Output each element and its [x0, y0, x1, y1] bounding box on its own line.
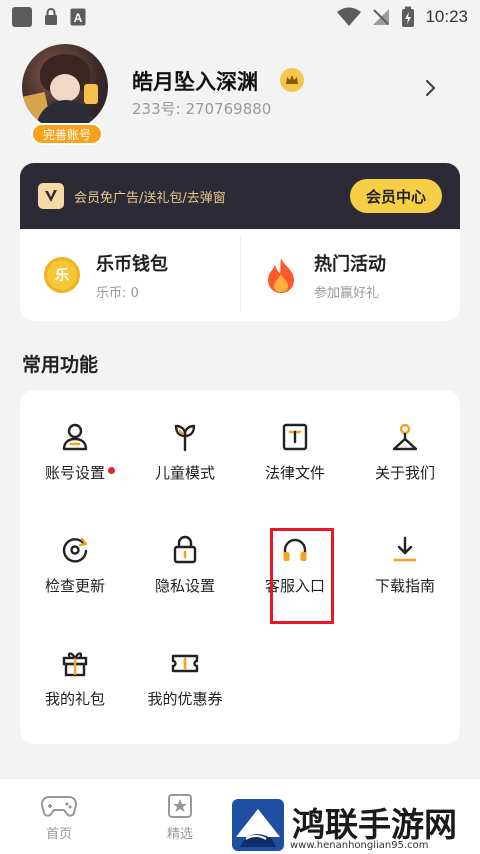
- activity-title: 热门活动: [314, 253, 386, 275]
- svg-text:A: A: [74, 11, 83, 25]
- vip-benefits-text: 会员免广告/送礼包/去弹窗: [74, 190, 226, 206]
- highlight-annotation-box: [270, 528, 334, 624]
- text-notification-icon: A: [70, 8, 86, 26]
- watermark: 鸿联手游网 www.henanhonglian95.com: [232, 796, 480, 854]
- watermark-logo-icon: [232, 799, 284, 851]
- wallet-title: 乐币钱包: [96, 253, 168, 275]
- tab-label: 首页: [45, 827, 72, 842]
- coin-icon: 乐: [44, 257, 80, 293]
- refresh-icon: [62, 537, 88, 563]
- func-label: 下载指南: [374, 577, 435, 595]
- vip-logo-icon: [38, 183, 64, 209]
- gamepad-icon: [41, 795, 77, 817]
- clock: 10:23: [425, 7, 468, 26]
- lock-notification-icon: [45, 8, 57, 25]
- battery-charging-icon: [402, 6, 415, 27]
- star-badge-icon: [168, 794, 192, 818]
- section-title: 常用功能: [22, 354, 99, 376]
- fire-icon: [268, 258, 294, 293]
- document-icon: [282, 423, 308, 451]
- functions-grid: 账号设置 儿童模式 法律文件 关于我们 检查更新 隐私设置 客服入口 下载指南 …: [20, 390, 460, 744]
- func-check-update[interactable]: 检查更新: [20, 503, 130, 603]
- sprout-icon: [174, 424, 196, 452]
- func-label: 隐私设置: [154, 577, 215, 595]
- activity-subtitle: 参加赢好礼: [314, 285, 380, 301]
- wallet-balance: 乐币: 0: [96, 285, 139, 301]
- func-account-settings[interactable]: 账号设置: [20, 390, 130, 490]
- user-id: 233号: 270769880: [132, 100, 272, 118]
- func-my-gifts[interactable]: 我的礼包: [20, 616, 130, 716]
- complete-account-badge[interactable]: 完善账号: [31, 123, 103, 145]
- status-bar: A 10:23: [0, 0, 480, 34]
- func-label: 账号设置: [44, 464, 105, 482]
- app-indicator-icon: [12, 7, 32, 27]
- no-signal-icon: [373, 9, 390, 25]
- coupon-icon: [171, 654, 199, 673]
- info-person-icon: [392, 423, 418, 451]
- vip-center-button[interactable]: 会员中心: [350, 179, 442, 213]
- profile-header[interactable]: 完善账号 皓月坠入深渊 233号: 270769880: [20, 42, 460, 146]
- func-my-coupons[interactable]: 我的优惠券: [130, 616, 240, 716]
- func-kids-mode[interactable]: 儿童模式: [130, 390, 240, 490]
- user-icon: [62, 423, 88, 451]
- func-label: 我的礼包: [44, 690, 105, 708]
- watermark-title: 鸿联手游网: [292, 805, 457, 844]
- func-about-us[interactable]: 关于我们: [350, 390, 460, 490]
- avatar[interactable]: [22, 44, 108, 130]
- tab-home[interactable]: 首页: [29, 793, 89, 842]
- func-privacy-settings[interactable]: 隐私设置: [130, 503, 240, 603]
- vip-banner[interactable]: 会员免广告/送礼包/去弹窗 会员中心: [20, 163, 460, 229]
- func-label: 我的优惠券: [147, 690, 223, 708]
- func-label: 关于我们: [374, 464, 435, 482]
- tab-featured[interactable]: 精选: [150, 793, 210, 842]
- download-icon: [393, 536, 417, 562]
- func-label: 儿童模式: [154, 464, 215, 482]
- wallet-entry[interactable]: 乐 乐币钱包 乐币: 0: [20, 229, 240, 321]
- notification-dot: [108, 467, 115, 474]
- tab-label: 精选: [166, 827, 193, 842]
- username: 皓月坠入深渊: [132, 70, 258, 94]
- lock-icon: [173, 535, 197, 564]
- watermark-url: www.henanhonglian95.com: [290, 840, 429, 851]
- wifi-icon: [337, 7, 362, 26]
- func-download-guide[interactable]: 下载指南: [350, 503, 460, 603]
- func-label: 检查更新: [44, 577, 105, 595]
- func-legal-documents[interactable]: 法律文件: [240, 390, 350, 490]
- chevron-right-icon[interactable]: [422, 78, 440, 98]
- activity-entry[interactable]: 热门活动 参加赢好礼: [240, 229, 460, 321]
- wallet-activity-card: 乐 乐币钱包 乐币: 0 热门活动 参加赢好礼: [20, 229, 460, 321]
- crown-icon: [280, 68, 304, 92]
- func-label: 法律文件: [264, 464, 325, 482]
- gift-icon: [62, 652, 88, 677]
